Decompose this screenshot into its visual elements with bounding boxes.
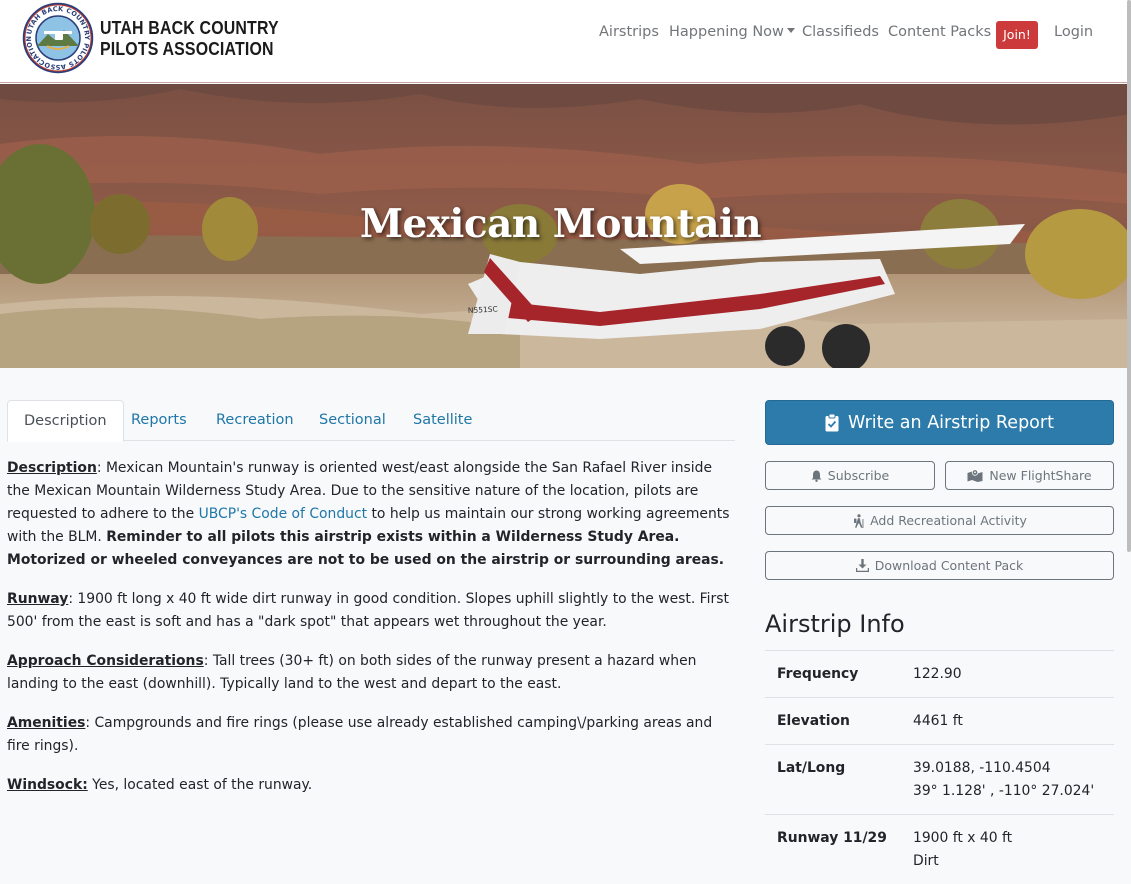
description-panel: Description: Mexican Mountain's runway i… (7, 457, 737, 813)
tail-number: N551SC (468, 304, 498, 315)
site-brand[interactable]: UTAH BACK COUNTRY PILOTS ASSOCIATION UTA… (22, 2, 308, 74)
tab-reports[interactable]: Reports (115, 400, 203, 441)
windsock-paragraph: Windsock: Yes, located east of the runwa… (7, 774, 737, 797)
wilderness-reminder: Reminder to all pilots this airstrip exi… (7, 529, 725, 568)
new-flightshare-button[interactable]: New FlightShare (945, 461, 1114, 490)
hiking-icon (854, 513, 864, 528)
description-label: Description (7, 460, 97, 476)
subscribe-button[interactable]: Subscribe (765, 461, 935, 490)
add-recreational-label: Add Recreational Activity (870, 513, 1027, 528)
info-row-frequency: Frequency 122.90 (765, 651, 1114, 698)
new-flightshare-label: New FlightShare (989, 468, 1092, 483)
runway-label: Runway 11/29 (777, 830, 887, 846)
info-row-runway: Runway 11/29 1900 ft x 40 ft Dirt (765, 815, 1114, 884)
latlong-value: 39.0188, -110.4504 39° 1.128' , -110° 27… (913, 757, 1102, 803)
elevation-value: 4461 ft (913, 713, 963, 729)
airstrip-tabs: Description Reports Recreation Sectional… (7, 400, 735, 442)
map-marked-icon (967, 469, 983, 482)
windsock-label: Windsock: (7, 777, 88, 793)
tab-sectional[interactable]: Sectional (303, 400, 402, 441)
windsock-text: Yes, located east of the runway. (87, 777, 313, 793)
join-button[interactable]: Join! (996, 21, 1038, 49)
airstrip-info-heading: Airstrip Info (765, 610, 905, 638)
nav-happening-now-label: Happening Now (669, 24, 784, 40)
nav-content-packs[interactable]: Content Packs (888, 20, 991, 44)
tab-recreation[interactable]: Recreation (200, 400, 310, 441)
page-scrollbar[interactable] (1127, 0, 1131, 552)
code-of-conduct-link[interactable]: UBCP's Code of Conduct (199, 506, 368, 522)
latlong-dms: 39° 1.128' , -110° 27.024' (913, 783, 1095, 799)
bell-icon (811, 470, 822, 482)
site-name: UTAH BACK COUNTRY PILOTS ASSOCIATION (100, 17, 279, 59)
info-row-elevation: Elevation 4461 ft (765, 698, 1114, 745)
download-icon (855, 559, 869, 572)
tab-description[interactable]: Description (7, 400, 124, 442)
latlong-label: Lat/Long (777, 760, 846, 776)
description-paragraph: Description: Mexican Mountain's runway i… (7, 457, 737, 572)
nav-happening-now[interactable]: Happening Now (669, 20, 795, 44)
hero-banner: N551SC Mexican Mountain (0, 84, 1131, 368)
frequency-value: 122.90 (913, 666, 962, 682)
latlong-decimal: 39.0188, -110.4504 (913, 760, 1051, 776)
runway-surface: Dirt (913, 853, 939, 869)
download-content-pack-button[interactable]: Download Content Pack (765, 551, 1114, 580)
airstrip-info-table: Frequency 122.90 Elevation 4461 ft Lat/L… (765, 650, 1114, 884)
association-logo: UTAH BACK COUNTRY PILOTS ASSOCIATION (22, 2, 94, 74)
elevation-label: Elevation (777, 713, 850, 729)
info-row-latlong: Lat/Long 39.0188, -110.4504 39° 1.128' ,… (765, 745, 1114, 815)
runway-paragraph: Runway: 1900 ft long x 40 ft wide dirt r… (7, 588, 737, 634)
runway-text: : 1900 ft long x 40 ft wide dirt runway … (7, 591, 729, 630)
airstrip-title: Mexican Mountain (359, 201, 762, 247)
write-report-label: Write an Airstrip Report (848, 412, 1054, 433)
runway-value: 1900 ft x 40 ft Dirt (913, 827, 1102, 873)
download-content-pack-label: Download Content Pack (874, 558, 1024, 573)
nav-airstrips[interactable]: Airstrips (599, 20, 659, 44)
clipboard-check-icon (825, 413, 839, 431)
nav-login[interactable]: Login (1054, 20, 1093, 44)
add-recreational-button[interactable]: Add Recreational Activity (765, 506, 1114, 535)
tab-satellite[interactable]: Satellite (397, 400, 488, 441)
approach-label: Approach Considerations (7, 653, 204, 669)
frequency-label: Frequency (777, 666, 859, 682)
amenities-paragraph: Amenities: Campgrounds and fire rings (p… (7, 712, 737, 758)
write-report-button[interactable]: Write an Airstrip Report (765, 400, 1114, 445)
subscribe-label: Subscribe (827, 468, 890, 483)
runway-label: Runway (7, 591, 69, 607)
runway-dimensions: 1900 ft x 40 ft (913, 830, 1013, 846)
site-name-line1: UTAH BACK COUNTRY (100, 17, 279, 38)
nav-classifieds[interactable]: Classifieds (802, 20, 879, 44)
caret-down-icon (786, 28, 795, 33)
top-navbar: UTAH BACK COUNTRY PILOTS ASSOCIATION UTA… (0, 0, 1131, 83)
amenities-label: Amenities (7, 715, 86, 731)
amenities-text: : Campgrounds and fire rings (please use… (7, 715, 713, 754)
approach-paragraph: Approach Considerations: Tall trees (30+… (7, 650, 737, 696)
site-name-line2: PILOTS ASSOCIATION (100, 38, 274, 59)
